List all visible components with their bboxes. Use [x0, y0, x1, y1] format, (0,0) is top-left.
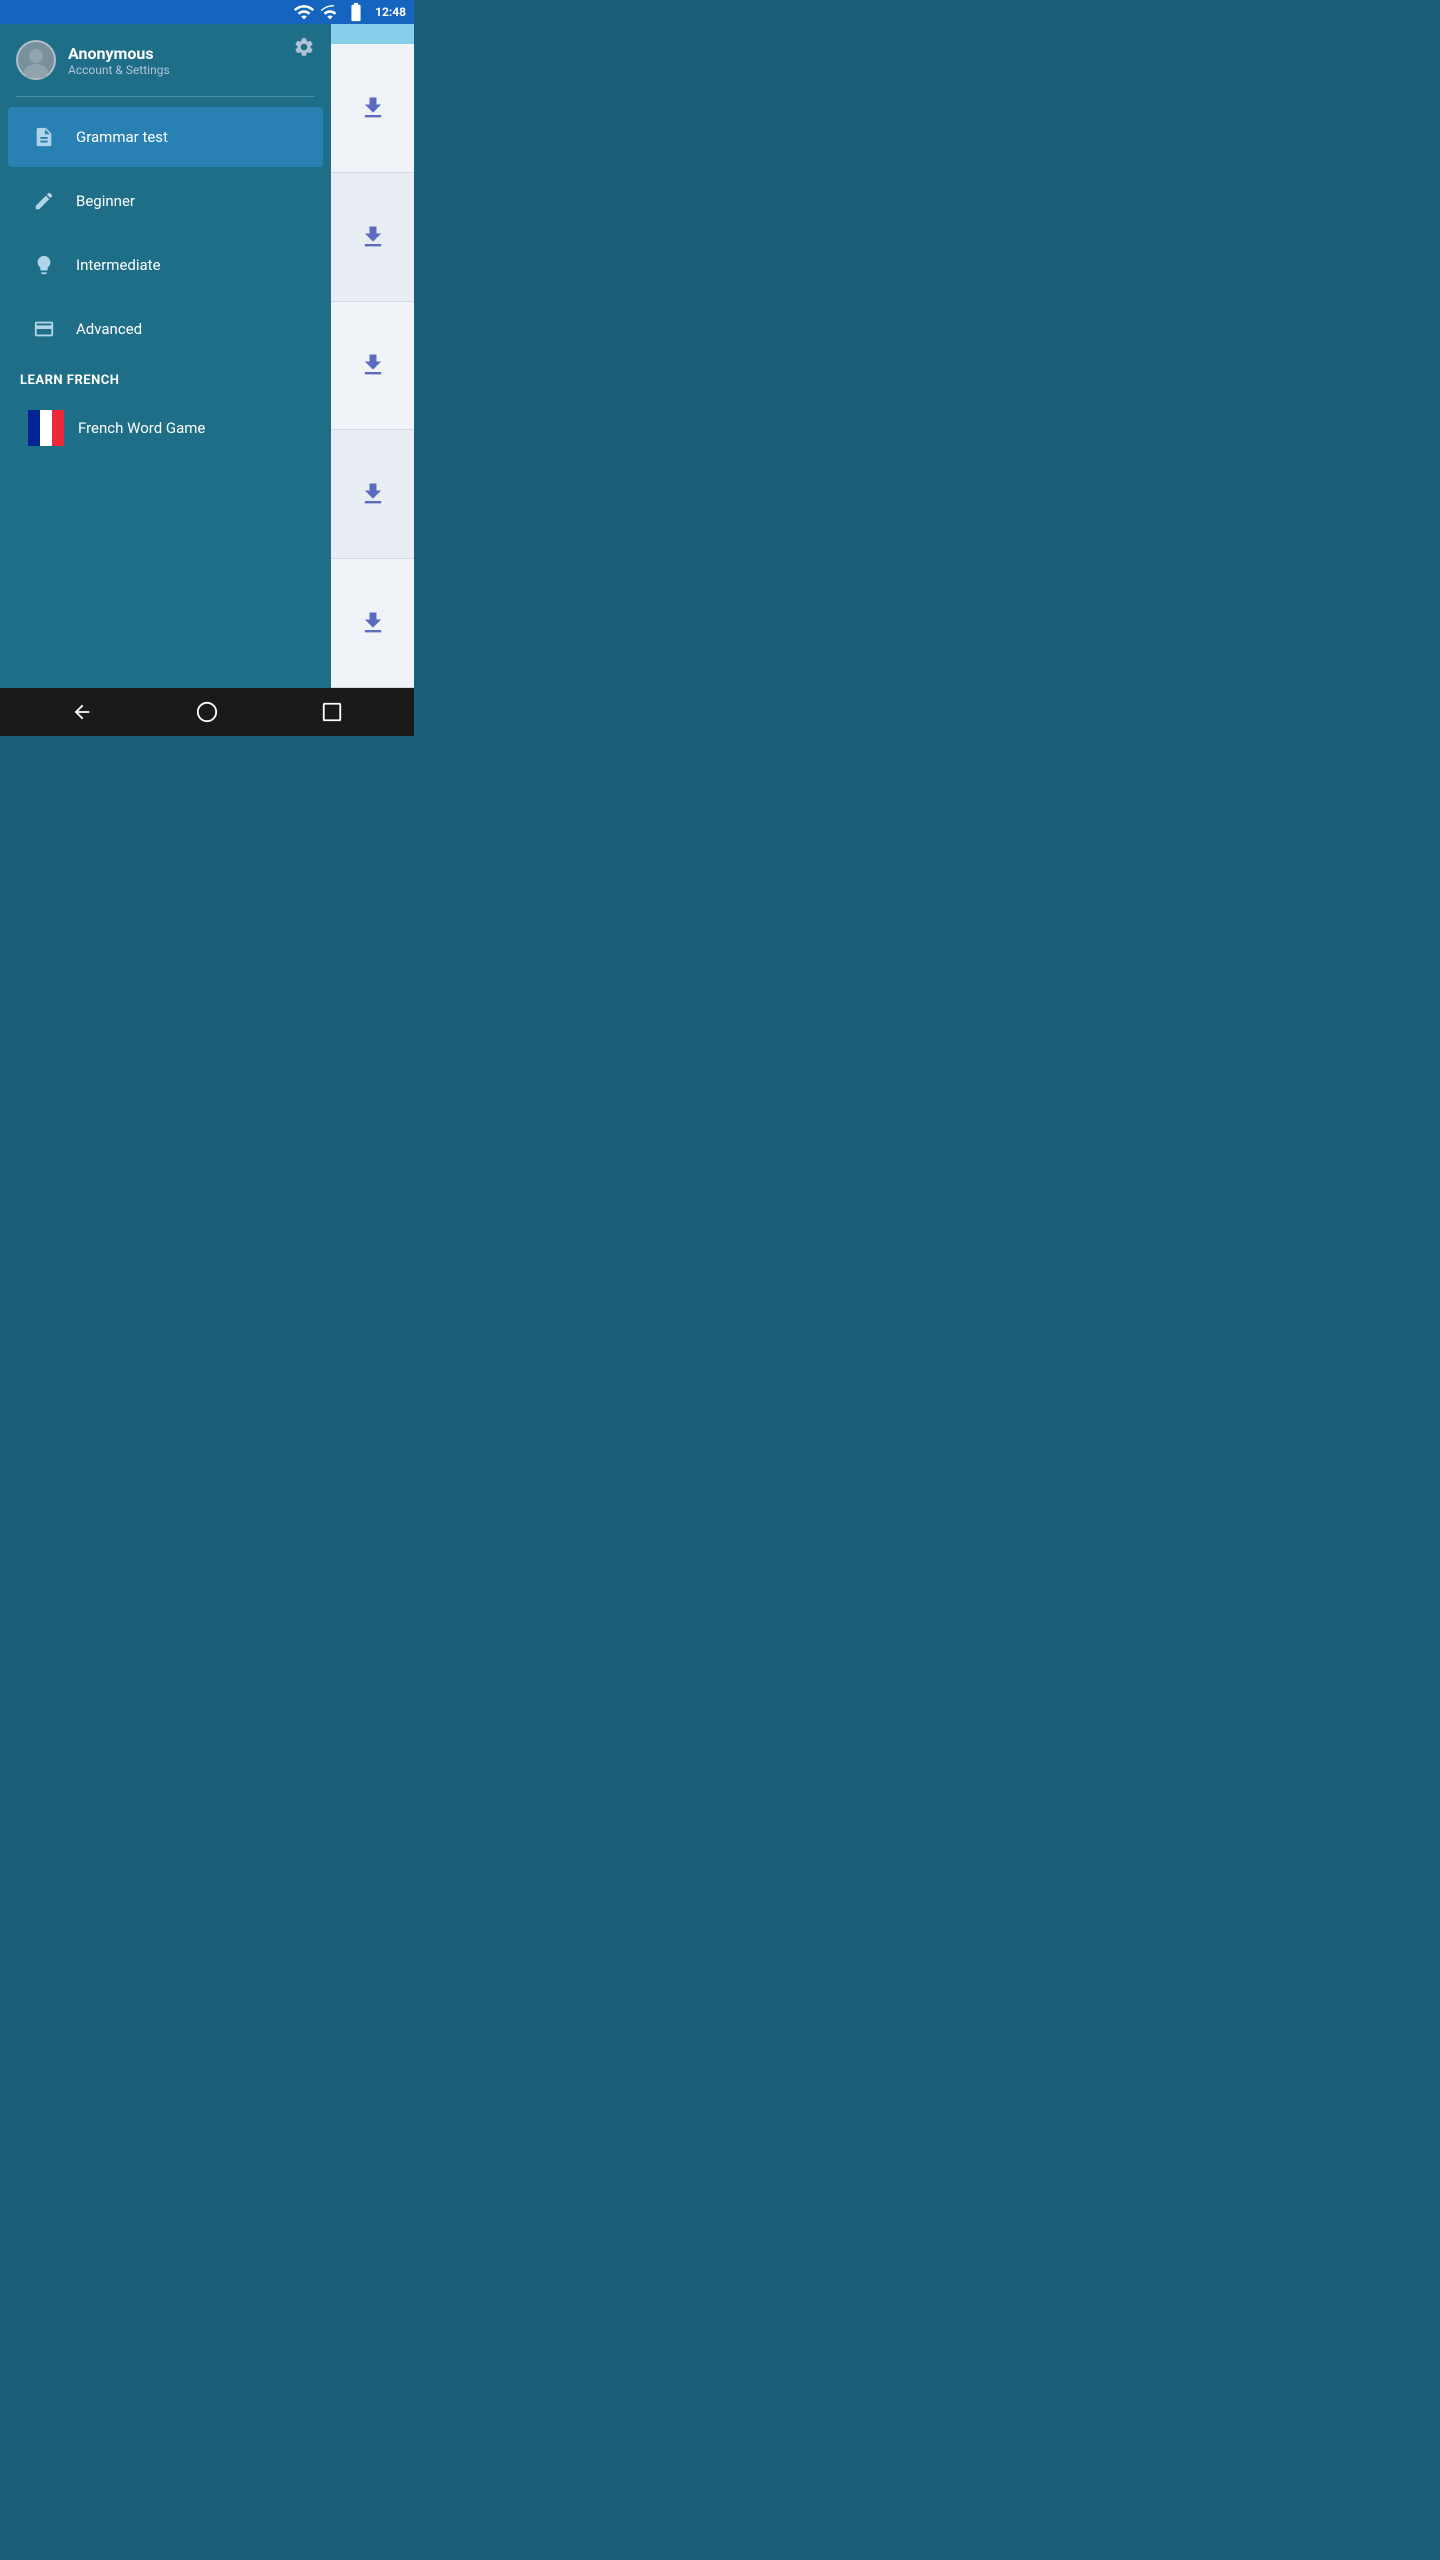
bottom-nav: [0, 688, 414, 736]
settings-icon: [293, 36, 315, 58]
download-cell-5[interactable]: [331, 559, 414, 688]
home-button[interactable]: [145, 701, 270, 723]
main-layout: Anonymous Account & Settings Grammar tes…: [0, 24, 414, 688]
download-button-2[interactable]: [359, 223, 387, 251]
beginner-label: Beginner: [76, 192, 135, 210]
download-cell-3[interactable]: [331, 302, 414, 431]
document-icon: [28, 121, 60, 153]
account-name: Anonymous: [68, 44, 315, 63]
download-button-3[interactable]: [359, 351, 387, 379]
download-arrow-3: [359, 351, 387, 379]
menu-item-advanced[interactable]: Advanced: [8, 299, 323, 359]
recent-apps-button[interactable]: [269, 701, 394, 723]
section-learn-french: LEARN FRENCH: [0, 361, 331, 394]
account-info: Anonymous Account & Settings: [68, 44, 315, 77]
home-icon: [196, 701, 218, 723]
menu-item-intermediate[interactable]: Intermediate: [8, 235, 323, 295]
download-arrow-2: [359, 223, 387, 251]
right-panel: [331, 24, 414, 688]
account-subtitle: Account & Settings: [68, 63, 315, 77]
menu-item-grammar-test[interactable]: Grammar test: [8, 107, 323, 167]
card-icon: [28, 313, 60, 345]
signal-icon: [319, 1, 341, 23]
pencil-icon: [28, 185, 60, 217]
avatar: [16, 40, 56, 80]
status-bar: 12:48: [0, 0, 414, 24]
wifi-icon: [293, 1, 315, 23]
avatar-icon: [18, 42, 54, 78]
download-cell-1[interactable]: [331, 44, 414, 173]
sidebar: Anonymous Account & Settings Grammar tes…: [0, 24, 331, 688]
menu-item-french-word-game[interactable]: French Word Game: [8, 396, 323, 460]
settings-button[interactable]: [293, 36, 315, 64]
download-button-4[interactable]: [359, 480, 387, 508]
download-arrow-4: [359, 480, 387, 508]
battery-icon: [345, 1, 367, 23]
intermediate-label: Intermediate: [76, 256, 161, 274]
download-button-1[interactable]: [359, 94, 387, 122]
download-button-5[interactable]: [359, 609, 387, 637]
french-word-game-label: French Word Game: [78, 419, 205, 437]
download-cell-4[interactable]: [331, 430, 414, 559]
bulb-icon: [28, 249, 60, 281]
grammar-test-label: Grammar test: [76, 128, 168, 146]
divider: [16, 96, 315, 97]
download-cell-2[interactable]: [331, 173, 414, 302]
menu-item-beginner[interactable]: Beginner: [8, 171, 323, 231]
status-icons: 12:48: [293, 1, 406, 23]
french-flag-icon: [28, 410, 64, 446]
recent-apps-icon: [321, 701, 343, 723]
download-arrow-1: [359, 94, 387, 122]
back-icon: [71, 701, 93, 723]
right-panel-top: [331, 24, 414, 44]
account-header: Anonymous Account & Settings: [0, 24, 331, 88]
advanced-label: Advanced: [76, 320, 142, 338]
french-flag-svg: [28, 410, 64, 446]
download-arrow-5: [359, 609, 387, 637]
status-time: 12:48: [375, 5, 406, 19]
back-button[interactable]: [20, 701, 145, 723]
